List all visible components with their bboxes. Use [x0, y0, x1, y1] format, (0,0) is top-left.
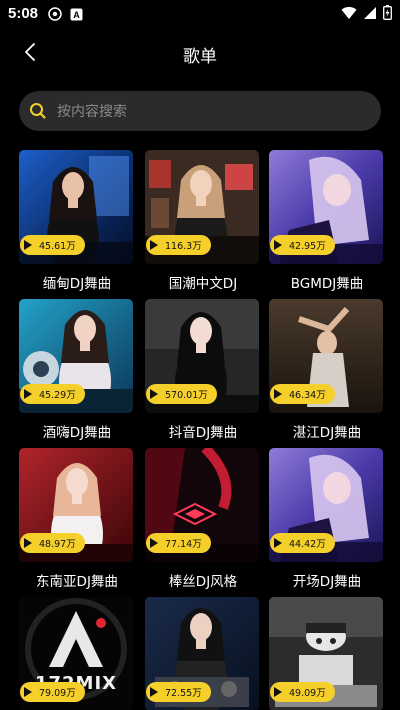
play-count-badge: 72.55万 — [146, 682, 211, 702]
play-count: 46.34万 — [289, 390, 326, 401]
playlist-cover[interactable]: 45.29万 — [19, 299, 133, 413]
status-bar: 5:08 A — [0, 0, 400, 28]
search-placeholder: 按内容搜索 — [57, 104, 127, 120]
playlist-cover[interactable]: 45.61万 — [19, 150, 133, 264]
playlist-card[interactable]: 172MIX79.09万 — [19, 597, 135, 710]
playlist-title: 开场DJ舞曲 — [292, 574, 362, 590]
play-count-badge: 42.95万 — [270, 235, 335, 255]
search-input[interactable]: 按内容搜索 — [19, 91, 381, 131]
play-count: 45.29万 — [39, 390, 76, 401]
playlist-card[interactable]: 77.14万棒丝DJ风格 — [145, 448, 261, 590]
status-time: 5:08 — [8, 5, 39, 22]
play-icon — [150, 240, 158, 250]
header: 歌单 — [0, 32, 400, 76]
play-count-badge: 45.29万 — [20, 384, 85, 404]
play-count: 45.61万 — [39, 241, 76, 252]
playlist-card[interactable]: 44.42万开场DJ舞曲 — [269, 448, 385, 590]
play-icon — [150, 538, 158, 548]
play-count-badge: 49.09万 — [270, 682, 335, 702]
playlist-card[interactable]: 46.34万湛江DJ舞曲 — [269, 299, 385, 441]
play-count: 49.09万 — [289, 688, 326, 699]
play-count-badge: 48.97万 — [20, 533, 85, 553]
page-title: 歌单 — [183, 47, 217, 67]
play-count-badge: 46.34万 — [270, 384, 335, 404]
playlist-card[interactable]: 45.61万缅甸DJ舞曲 — [19, 150, 135, 292]
play-count: 116.3万 — [165, 241, 202, 252]
play-count: 79.09万 — [39, 688, 76, 699]
playlist-title: 棒丝DJ风格 — [168, 574, 238, 590]
play-count-badge: 45.61万 — [20, 235, 85, 255]
play-count-badge: 44.42万 — [270, 533, 335, 553]
svg-text:A: A — [73, 10, 80, 20]
playlist-card[interactable]: 72.55万 — [145, 597, 261, 710]
search-icon — [29, 101, 49, 121]
playlist-title: 湛江DJ舞曲 — [292, 425, 362, 441]
dnd-icon — [48, 6, 62, 25]
play-count-badge: 116.3万 — [146, 235, 211, 255]
playlist-card[interactable]: 45.29万酒嗨DJ舞曲 — [19, 299, 135, 441]
playlist-card[interactable]: 49.09万 — [269, 597, 385, 710]
playlist-card[interactable]: 42.95万 BGMDJ舞曲 — [269, 150, 385, 292]
play-count: 48.97万 — [39, 539, 76, 550]
play-icon — [150, 687, 158, 697]
play-icon — [274, 538, 282, 548]
playlist-card[interactable]: 48.97万东南亚DJ舞曲 — [19, 448, 135, 590]
play-count: 42.95万 — [289, 241, 326, 252]
play-icon — [150, 389, 158, 399]
playlist-cover[interactable]: 42.95万 — [269, 150, 383, 264]
app-a-icon: A — [70, 6, 83, 25]
play-icon — [24, 538, 32, 548]
playlist-cover[interactable]: 44.42万 — [269, 448, 383, 562]
playlist-title: 酒嗨DJ舞曲 — [42, 425, 112, 441]
battery-icon — [383, 5, 392, 24]
playlist-title: BGMDJ舞曲 — [290, 276, 364, 292]
playlist-cover[interactable]: 72.55万 — [145, 597, 259, 710]
playlist-cover[interactable]: 172MIX79.09万 — [19, 597, 133, 710]
play-count-badge: 570.01万 — [146, 384, 217, 404]
play-count: 72.55万 — [165, 688, 202, 699]
play-icon — [274, 240, 282, 250]
playlist-title: 抖音DJ舞曲 — [168, 425, 238, 441]
play-icon — [274, 389, 282, 399]
wifi-icon — [341, 5, 357, 24]
playlist-cover[interactable]: 77.14万 — [145, 448, 259, 562]
playlist-card[interactable]: 116.3万国潮中文DJ — [145, 150, 261, 292]
play-icon — [24, 389, 32, 399]
playlist-cover[interactable]: 49.09万 — [269, 597, 383, 710]
playlist-cover[interactable]: 48.97万 — [19, 448, 133, 562]
play-icon — [24, 240, 32, 250]
playlist-title: 国潮中文DJ — [168, 276, 238, 292]
play-icon — [274, 687, 282, 697]
playlist-cover[interactable]: 116.3万 — [145, 150, 259, 264]
play-count: 570.01万 — [165, 390, 208, 401]
playlist-card[interactable]: 570.01万抖音DJ舞曲 — [145, 299, 261, 441]
playlist-cover[interactable]: 570.01万 — [145, 299, 259, 413]
play-count-badge: 79.09万 — [20, 682, 85, 702]
play-count: 77.14万 — [165, 539, 202, 550]
signal-icon — [363, 5, 377, 24]
play-icon — [24, 687, 32, 697]
playlist-title: 东南亚DJ舞曲 — [36, 574, 118, 590]
playlist-title: 缅甸DJ舞曲 — [42, 276, 112, 292]
playlist-cover[interactable]: 46.34万 — [269, 299, 383, 413]
play-count-badge: 77.14万 — [146, 533, 211, 553]
play-count: 44.42万 — [289, 539, 326, 550]
